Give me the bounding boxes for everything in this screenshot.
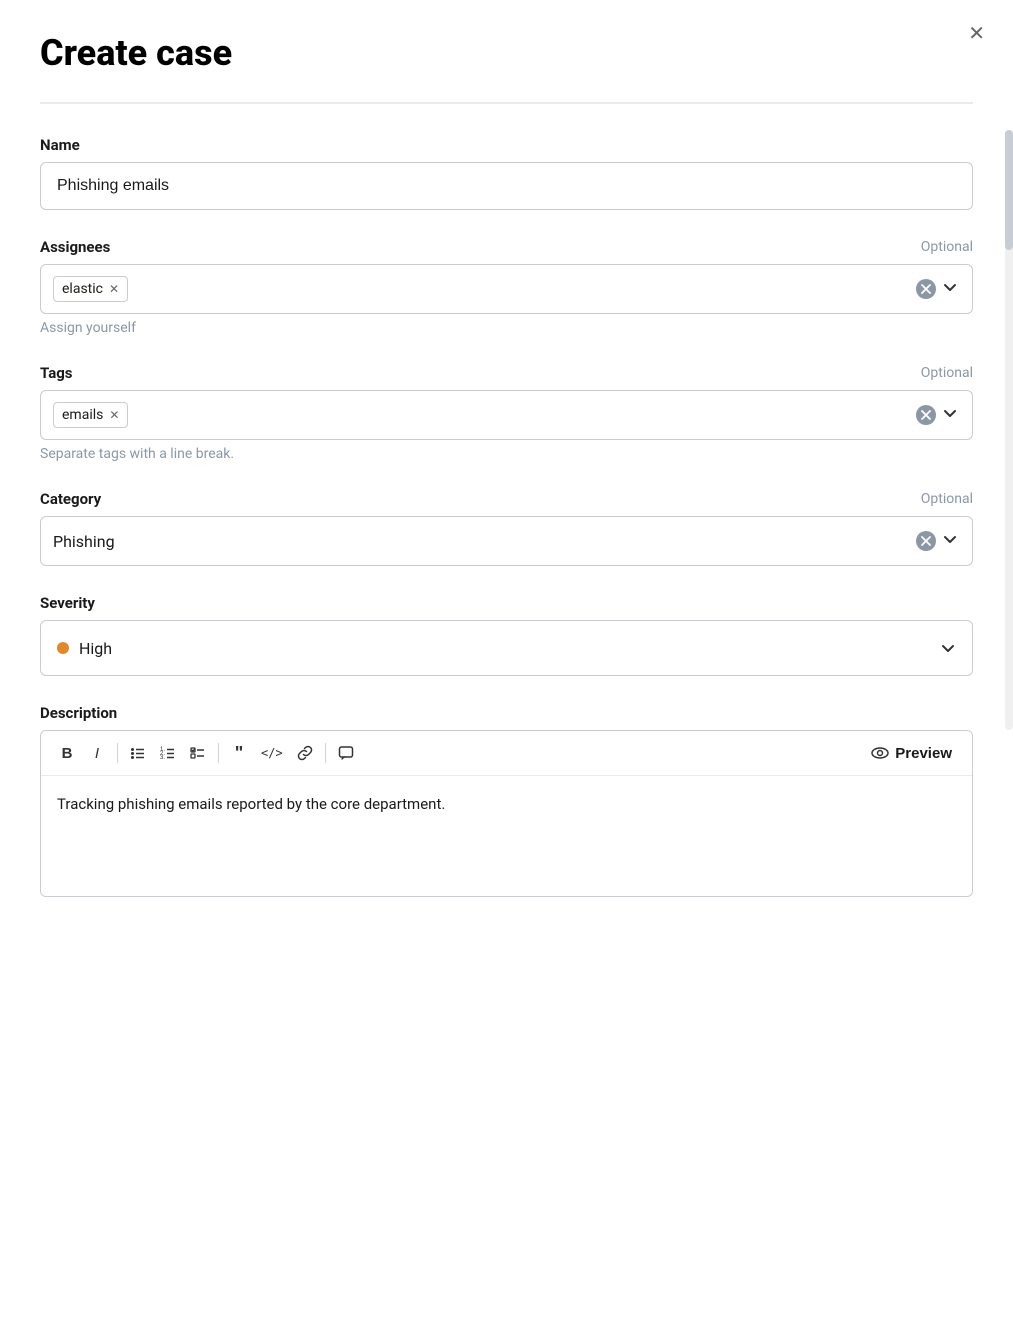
clear-icon: [921, 284, 931, 294]
description-field-section: Description B I: [40, 704, 973, 897]
link-button[interactable]: [291, 739, 319, 767]
comment-button[interactable]: [332, 739, 360, 767]
preview-label: Preview: [895, 745, 952, 762]
assignees-clear-button[interactable]: [916, 279, 936, 299]
description-label: Description: [40, 704, 973, 722]
tags-chevron-button[interactable]: [940, 403, 960, 428]
preview-button[interactable]: Preview: [863, 740, 960, 766]
severity-dot: [57, 642, 69, 654]
header-divider: [40, 102, 973, 104]
assign-yourself-link[interactable]: Assign yourself: [40, 320, 136, 336]
category-label: Category: [40, 490, 101, 508]
scrollbar-thumb[interactable]: [1005, 130, 1013, 250]
category-value-area: Phishing: [53, 532, 916, 551]
clear-icon: [921, 536, 931, 546]
assignees-tag-label: elastic: [62, 281, 103, 297]
category-select-controls: [916, 529, 960, 554]
name-input[interactable]: [40, 162, 973, 210]
assignees-field-header: Assignees Optional: [40, 238, 973, 256]
link-icon: [297, 745, 313, 761]
bold-button[interactable]: B: [53, 739, 81, 767]
task-list-icon: [190, 745, 206, 761]
eye-icon: [871, 744, 889, 762]
category-chevron-button[interactable]: [940, 529, 960, 554]
tags-helper-text: Separate tags with a line break.: [40, 446, 973, 462]
chevron-down-icon: [942, 405, 958, 421]
assignees-field-section: Assignees Optional elastic ✕: [40, 238, 973, 336]
editor-toolbar: B I 1.: [41, 731, 972, 776]
name-label: Name: [40, 136, 80, 154]
toolbar-divider-1: [117, 743, 118, 763]
assignees-optional: Optional: [921, 239, 973, 255]
category-select[interactable]: Phishing: [40, 516, 973, 566]
category-value: Phishing: [53, 532, 115, 551]
tag-emails-close[interactable]: ✕: [109, 409, 119, 421]
severity-chevron-icon: [940, 640, 956, 656]
scrollbar-track[interactable]: [1005, 130, 1013, 730]
assignees-select[interactable]: elastic ✕: [40, 264, 973, 314]
modal-title: Create case: [40, 32, 973, 74]
chevron-down-icon: [942, 279, 958, 295]
assignees-label: Assignees: [40, 238, 110, 256]
description-editor: B I 1.: [40, 730, 973, 897]
svg-text:3.: 3.: [160, 755, 165, 761]
severity-field-section: Severity High: [40, 594, 973, 676]
severity-value: High: [79, 639, 940, 658]
unordered-list-icon: [130, 745, 146, 761]
toolbar-divider-3: [325, 743, 326, 763]
assignees-tag-elastic-close[interactable]: ✕: [109, 283, 119, 295]
severity-select[interactable]: High: [40, 620, 973, 676]
tag-emails: emails ✕: [53, 402, 128, 428]
tags-area: emails ✕: [53, 402, 916, 428]
tags-select[interactable]: emails ✕: [40, 390, 973, 440]
description-text: Tracking phishing emails reported by the…: [57, 795, 445, 813]
tag-emails-label: emails: [62, 407, 103, 423]
name-field-section: Name: [40, 136, 973, 210]
category-field-section: Category Optional Phishing: [40, 490, 973, 566]
tags-label: Tags: [40, 364, 73, 382]
tags-optional: Optional: [921, 365, 973, 381]
severity-label: Severity: [40, 594, 95, 612]
category-clear-button[interactable]: [916, 531, 936, 551]
ordered-list-icon: 1. 2. 3.: [160, 745, 176, 761]
category-field-header: Category Optional: [40, 490, 973, 508]
clear-icon: [921, 410, 931, 420]
assignees-chevron-button[interactable]: [940, 277, 960, 302]
tags-field-header: Tags Optional: [40, 364, 973, 382]
assignees-tag-elastic: elastic ✕: [53, 276, 128, 302]
quote-button[interactable]: ": [225, 739, 253, 767]
create-case-modal: ✕ Create case Name Assignees Optional el…: [0, 0, 1013, 1331]
tags-field-section: Tags Optional emails ✕: [40, 364, 973, 462]
italic-button[interactable]: I: [83, 739, 111, 767]
code-button[interactable]: </>: [255, 739, 289, 767]
description-content[interactable]: Tracking phishing emails reported by the…: [41, 776, 972, 896]
unordered-list-button[interactable]: [124, 739, 152, 767]
severity-field-header: Severity: [40, 594, 973, 612]
close-button[interactable]: ✕: [964, 20, 989, 48]
comment-icon: [338, 745, 354, 761]
ordered-list-button[interactable]: 1. 2. 3.: [154, 739, 182, 767]
task-list-button[interactable]: [184, 739, 212, 767]
tags-select-controls: [916, 403, 960, 428]
toolbar-divider-2: [218, 743, 219, 763]
assignees-tags-area: elastic ✕: [53, 276, 916, 302]
tags-clear-button[interactable]: [916, 405, 936, 425]
category-optional: Optional: [921, 491, 973, 507]
chevron-down-icon: [942, 531, 958, 547]
assignees-select-controls: [916, 277, 960, 302]
name-field-header: Name: [40, 136, 973, 154]
